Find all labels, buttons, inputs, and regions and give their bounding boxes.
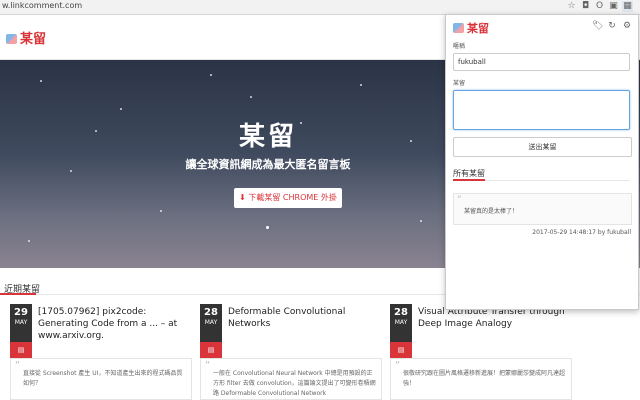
- pdf-icon[interactable]: ▤: [390, 342, 412, 358]
- card-title[interactable]: Deformable Convolutional Networks: [228, 306, 383, 330]
- tag-icon[interactable]: 🏷: [592, 21, 603, 31]
- logo-mark-icon: [453, 23, 464, 33]
- card-comment-text: 一般在 Convolutional Neural Network 中總是用預設的…: [213, 370, 376, 397]
- quote-icon: “: [15, 360, 21, 371]
- recent-card[interactable]: 28 MAY ▤ Visual Attribute Transfer throu…: [390, 304, 575, 400]
- date-day: 28: [394, 307, 408, 318]
- date-month: MAY: [204, 319, 218, 326]
- date-month: MAY: [14, 319, 28, 326]
- browser-toolbar: w.linkcomment.com ☆ ◘ O ▣ ▦: [0, 0, 640, 15]
- comment-meta: 2017-05-29 14:48:17 by fukuball: [532, 229, 631, 236]
- download-icon: ⬇: [239, 193, 246, 202]
- bookmark-star-icon[interactable]: ☆: [566, 1, 577, 12]
- card-comment: “ 直接從 Screenshot 產生 UI，不知道產生出來的程式碼品質如何？: [10, 358, 192, 400]
- site-logo[interactable]: 某留: [6, 28, 46, 47]
- site-logo-text: 某留: [20, 32, 47, 47]
- date-day: 28: [204, 307, 218, 318]
- card-comment-text: 很敬研究跟在圖片風格遷移新進展！把蒙娜麗莎變成阿凡達超強！: [403, 370, 566, 387]
- popup-logo-text: 某留: [467, 22, 489, 35]
- submit-comment-button[interactable]: 送出某留: [453, 137, 632, 157]
- card-comment-text: 直接從 Screenshot 產生 UI，不知道產生出來的程式碼品質如何？: [23, 370, 183, 387]
- refresh-icon[interactable]: ↻: [607, 21, 617, 31]
- logo-mark-icon: [6, 34, 17, 44]
- all-comments-underline: [453, 179, 485, 181]
- date-month: MAY: [394, 319, 408, 326]
- popup-logo: 某留: [453, 20, 489, 36]
- recent-heading-underline: [0, 293, 36, 295]
- card-comment: “ 很敬研究跟在圖片風格遷移新進展！把蒙娜麗莎變成阿凡達超強！: [390, 358, 572, 400]
- comment-label: 某留: [453, 80, 466, 87]
- download-extension-button[interactable]: ⬇ 下載某留 CHROME 外掛: [234, 188, 342, 208]
- pocket-icon[interactable]: ◘: [580, 1, 591, 12]
- date-badge: 28 MAY: [390, 304, 412, 342]
- download-button-label: 下載某留 CHROME 外掛: [248, 193, 337, 202]
- nickname-label: 暱稱: [453, 43, 466, 50]
- comment-item: “ 某留真的是太棒了！: [453, 193, 632, 225]
- date-badge: 28 MAY: [200, 304, 222, 342]
- gear-icon[interactable]: ⚙: [622, 21, 632, 31]
- date-badge: 29 MAY: [10, 304, 32, 342]
- comment-text: 某留真的是太棒了！: [464, 208, 519, 215]
- opera-icon[interactable]: O: [594, 1, 605, 12]
- address-bar[interactable]: w.linkcomment.com: [2, 1, 82, 10]
- quote-icon: “: [205, 360, 211, 371]
- date-day: 29: [14, 307, 28, 318]
- recent-card[interactable]: 28 MAY ▤ Deformable Convolutional Networ…: [200, 304, 385, 400]
- quote-icon: “: [395, 360, 401, 371]
- comment-textarea[interactable]: [453, 90, 630, 130]
- card-comment: “ 一般在 Convolutional Neural Network 中總是用預…: [200, 358, 382, 400]
- all-comments-heading: 所有某留: [453, 169, 485, 178]
- pdf-icon[interactable]: ▤: [200, 342, 222, 358]
- linkcomment-extension-icon[interactable]: ▦: [622, 1, 633, 12]
- extension-popup: 某留 🏷 ↻ ⚙ 暱稱 fukuball 某留 送出某留 所有某留 “ 某留真的…: [445, 14, 639, 310]
- pdf-icon[interactable]: ▤: [10, 342, 32, 358]
- quote-icon: “: [457, 195, 462, 205]
- recent-card[interactable]: 29 MAY ▤ [1705.07962] pix2code: Generati…: [10, 304, 195, 400]
- extension-icon[interactable]: ▣: [608, 1, 619, 12]
- nickname-value: fukuball: [458, 58, 486, 66]
- nickname-field[interactable]: fukuball: [453, 53, 630, 71]
- card-title[interactable]: [1705.07962] pix2code: Generating Code f…: [38, 306, 193, 342]
